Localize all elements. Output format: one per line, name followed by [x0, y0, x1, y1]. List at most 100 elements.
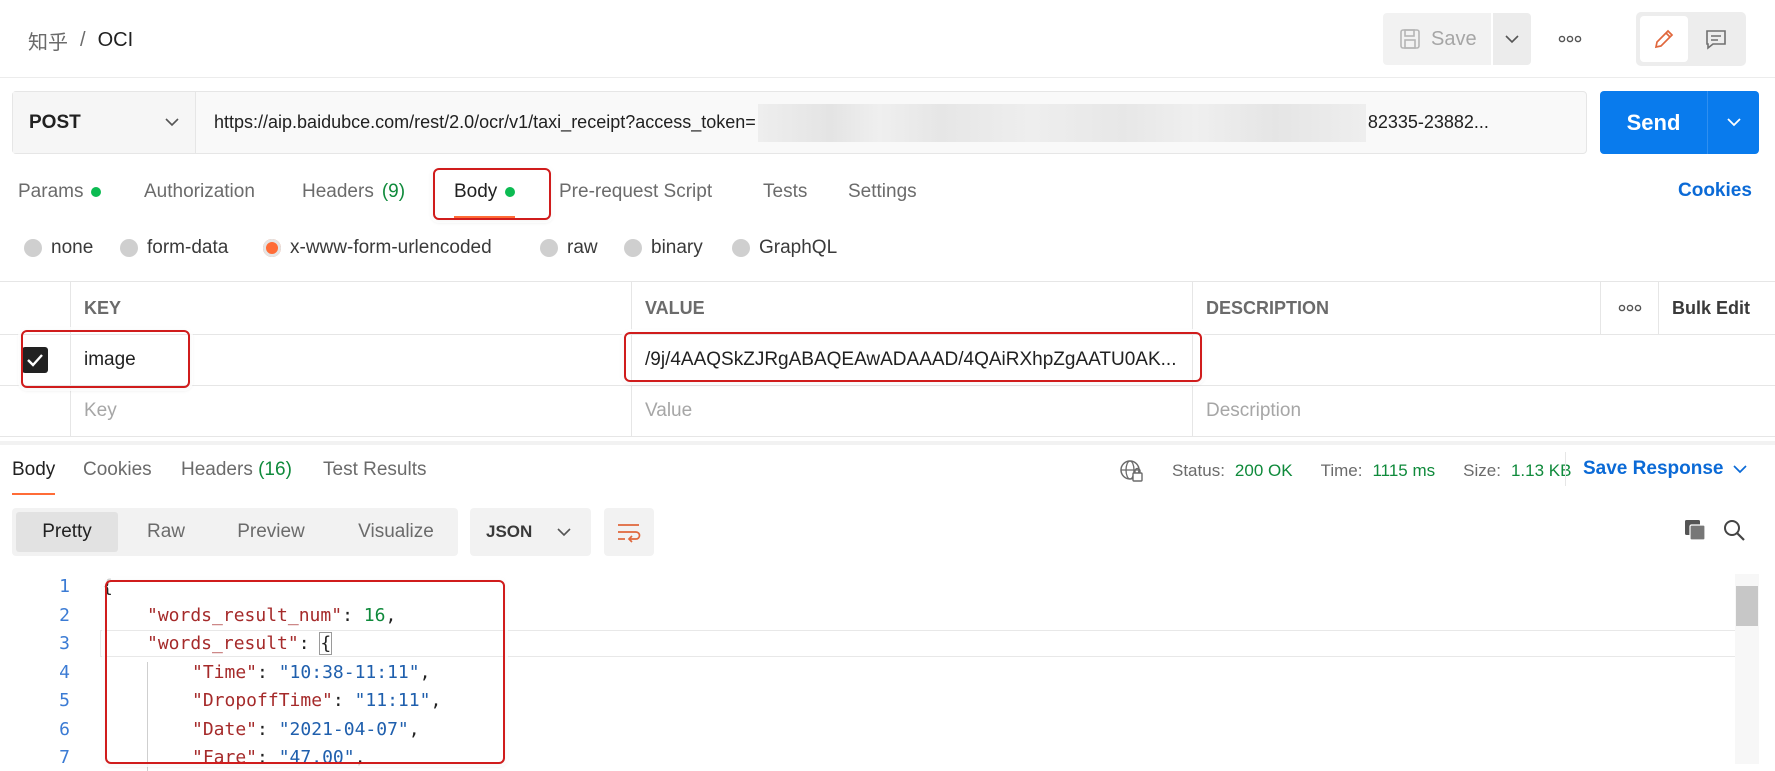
breadcrumb-workspace[interactable]: 知乎: [28, 26, 68, 55]
save-label: Save: [1431, 27, 1477, 50]
new-description-input[interactable]: Description: [1192, 386, 1775, 436]
body-type-label: form-data: [147, 237, 229, 258]
response-tab-label: Cookies: [83, 459, 152, 480]
response-tab-label: Test Results: [323, 459, 427, 480]
view-raw-button[interactable]: Raw: [126, 512, 206, 552]
send-group: Send: [1600, 91, 1759, 154]
globe-lock-icon[interactable]: [1118, 458, 1144, 484]
pencil-icon: [1654, 29, 1674, 49]
time-label: Time:: [1320, 461, 1363, 480]
tab-pre-request-label: Pre-request Script: [559, 181, 713, 202]
column-key: KEY: [70, 282, 631, 334]
body-type-urlencoded[interactable]: x-www-form-urlencoded: [263, 237, 492, 259]
breadcrumb-separator: /: [80, 29, 86, 51]
line-number: 4: [59, 661, 70, 683]
response-tab-headers[interactable]: Headers (16): [181, 459, 292, 481]
bulk-edit-button[interactable]: Bulk Edit: [1658, 282, 1775, 334]
tab-pre-request-script[interactable]: Pre-request Script: [559, 176, 712, 208]
radio-icon: [120, 239, 138, 257]
line-number: 1: [59, 576, 70, 597]
request-name[interactable]: OCI: [98, 29, 134, 52]
format-select[interactable]: JSON: [470, 508, 591, 556]
radio-icon: [624, 239, 642, 257]
table-row-new: Key Value Description: [0, 386, 1775, 437]
size-value[interactable]: 1.13 KB: [1511, 461, 1572, 481]
edit-mode-button[interactable]: [1640, 16, 1688, 62]
ellipsis-icon: [1558, 35, 1582, 43]
radio-icon: [732, 239, 750, 257]
annotation-box-body-tab: [433, 168, 551, 220]
format-label: JSON: [486, 522, 533, 541]
status-label: Status:: [1172, 461, 1225, 480]
chevron-down-icon: [1733, 464, 1748, 473]
tab-tests[interactable]: Tests: [763, 176, 807, 208]
send-button[interactable]: Send: [1600, 91, 1708, 154]
wrap-lines-icon: [618, 524, 641, 543]
cookies-link[interactable]: Cookies: [1678, 180, 1752, 202]
response-status-bar: Status: 200 OK Time: 1115 ms Size: 1.13 …: [1118, 456, 1571, 486]
body-type-none[interactable]: none: [24, 237, 93, 259]
response-tab-cookies[interactable]: Cookies: [83, 459, 152, 481]
param-description-input[interactable]: [1192, 335, 1775, 385]
tab-settings[interactable]: Settings: [848, 176, 917, 208]
body-type-label: x-www-form-urlencoded: [290, 237, 492, 258]
comment-icon: [1706, 30, 1726, 50]
redacted-token: [757, 103, 1366, 142]
response-headers-count: (16): [258, 459, 292, 480]
body-type-graphql[interactable]: GraphQL: [732, 237, 837, 259]
response-view-modes: Pretty Raw Preview Visualize: [12, 508, 458, 556]
save-button[interactable]: Save: [1383, 13, 1491, 65]
radio-selected-icon: [263, 239, 281, 257]
line-number: 7: [59, 747, 70, 768]
pane-divider[interactable]: [0, 441, 1775, 445]
save-response-button[interactable]: Save Response: [1583, 458, 1748, 480]
url-input[interactable]: https://aip.baidubce.com/rest/2.0/ocr/v1…: [196, 92, 1586, 153]
url-prefix: https://aip.baidubce.com/rest/2.0/ocr/v1…: [214, 112, 756, 132]
tab-tests-label: Tests: [763, 181, 808, 202]
copy-response-button[interactable]: [1682, 517, 1708, 548]
chevron-down-icon: [1505, 34, 1519, 43]
view-visualize-button[interactable]: Visualize: [338, 512, 454, 552]
tab-headers-label: Headers: [302, 181, 374, 202]
new-value-input[interactable]: Value: [631, 386, 1192, 436]
search-icon: [1724, 520, 1745, 541]
annotation-box-json: [105, 580, 505, 764]
tab-headers-count: (9): [381, 181, 406, 202]
save-disk-icon: [1400, 29, 1420, 49]
tab-settings-label: Settings: [848, 181, 917, 202]
line-number: 6: [59, 718, 70, 740]
copy-icon: [1685, 520, 1706, 541]
response-tab-label: Headers: [181, 459, 253, 480]
code-scrollbar-thumb[interactable]: [1736, 586, 1758, 626]
time-value[interactable]: 1115 ms: [1372, 461, 1435, 481]
radio-icon: [24, 239, 42, 257]
body-type-form-data[interactable]: form-data: [120, 237, 228, 259]
params-indicator-dot: [91, 187, 102, 197]
response-tab-body[interactable]: Body: [12, 459, 56, 495]
status-value[interactable]: 200 OK: [1235, 461, 1293, 481]
send-options-button[interactable]: [1708, 91, 1759, 154]
view-pretty-button[interactable]: Pretty: [16, 512, 118, 552]
wrap-lines-button[interactable]: [604, 508, 654, 556]
new-key-input[interactable]: Key: [70, 386, 631, 436]
url-suffix: 82335-23882...: [1367, 112, 1489, 132]
size-label: Size:: [1463, 461, 1501, 480]
tab-authorization[interactable]: Authorization: [144, 176, 255, 208]
request-url-bar: POST https://aip.baidubce.com/rest/2.0/o…: [12, 91, 1587, 154]
view-preview-button[interactable]: Preview: [216, 512, 326, 552]
header-check-cell: [0, 282, 70, 334]
method-select[interactable]: POST: [13, 92, 196, 153]
response-tab-test-results[interactable]: Test Results: [323, 459, 426, 481]
more-options-button[interactable]: [1550, 26, 1590, 52]
breadcrumb: 知乎 / OCI: [28, 26, 133, 55]
save-options-button[interactable]: [1493, 13, 1531, 65]
chevron-down-icon: [165, 118, 179, 127]
tab-headers[interactable]: Headers (9): [302, 176, 405, 208]
body-type-raw[interactable]: raw: [540, 237, 598, 259]
search-response-button[interactable]: [1721, 517, 1747, 548]
comments-button[interactable]: [1692, 16, 1740, 62]
body-type-binary[interactable]: binary: [624, 237, 703, 259]
line-number: 5: [59, 690, 70, 711]
table-options-button[interactable]: [1600, 282, 1658, 334]
tab-params[interactable]: Params: [18, 176, 102, 208]
